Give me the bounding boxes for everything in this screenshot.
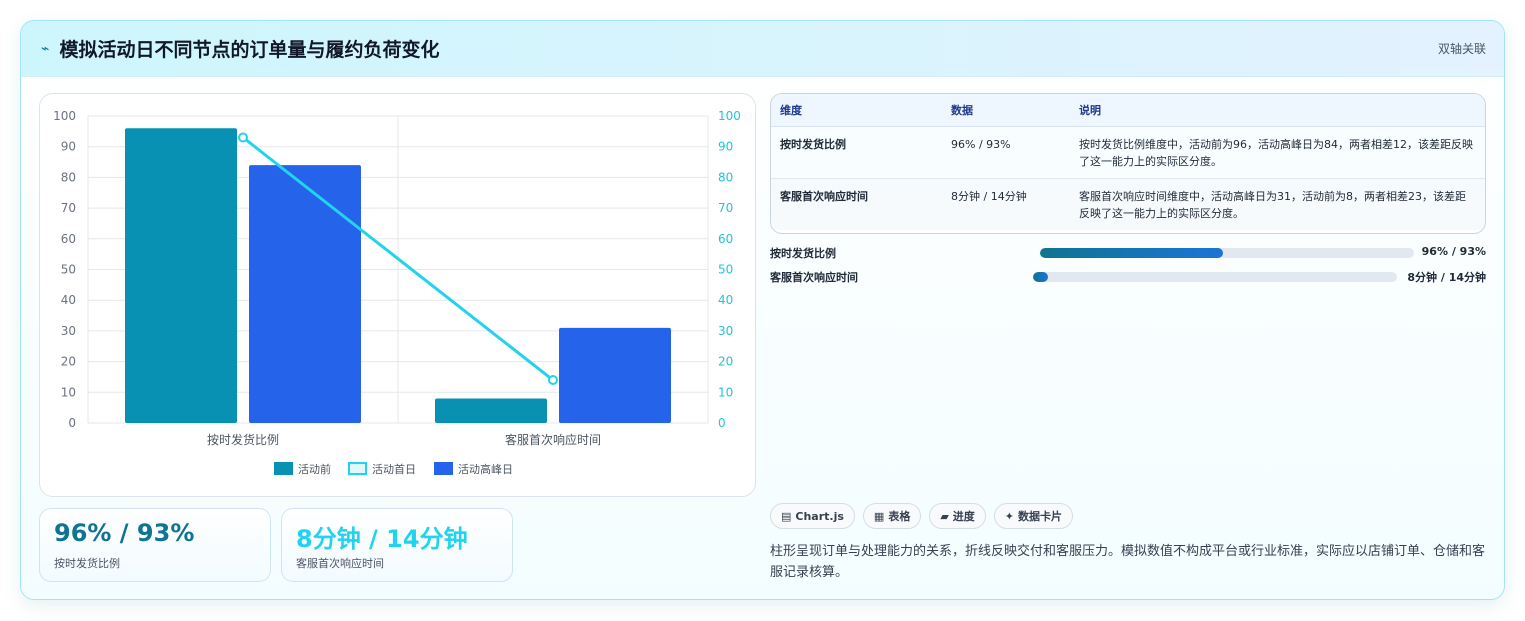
table-header-row: 维度 数据 说明 xyxy=(771,94,1485,127)
y2-tick-label: 50 xyxy=(718,263,733,277)
y-tick-label: 30 xyxy=(61,324,76,338)
legend-label: 活动高峰日 xyxy=(458,462,513,476)
data-table: 维度 数据 说明 按时发货比例 96% / 93% 按时发货比例维度中，活动前为… xyxy=(770,93,1486,234)
chip-table[interactable]: ▦ 表格 xyxy=(862,503,922,529)
legend-swatch xyxy=(348,462,367,475)
card-icon: ✦ xyxy=(1004,509,1015,523)
y2-tick-label: 10 xyxy=(718,385,733,399)
header-tag: 双轴关联 xyxy=(1437,42,1486,56)
chart-panel: 0 0 10 10 20 20 30 30 40 40 50 50 60 60 70 70 80 80 90 90 10… xyxy=(39,93,756,497)
legend-label: 活动首日 xyxy=(372,462,416,476)
legend-swatch xyxy=(274,462,293,475)
progress-icon: ▰ xyxy=(940,509,949,523)
y2-tick-label: 80 xyxy=(718,170,733,184)
stat-label: 按时发货比例 xyxy=(54,557,120,570)
stat-value: 96% / 93% xyxy=(54,519,195,547)
y2-tick-label: 90 xyxy=(718,140,733,154)
progress-label: 客服首次响应时间 xyxy=(770,271,858,284)
table-cell: 按时发货比例维度中，活动前为96，活动高峰日为84，两者相差12，该差距反映了这… xyxy=(1070,126,1485,179)
y-tick-label: 10 xyxy=(61,385,76,399)
chart-note: 柱形呈现订单与处理能力的关系，折线反映交付和客服压力。模拟数值不构成平台或行业标… xyxy=(770,544,1486,580)
progress-label: 按时发货比例 xyxy=(770,247,836,260)
chip-label: Chart.js xyxy=(795,509,844,523)
progress-fill xyxy=(1033,272,1048,282)
y-tick-label: 60 xyxy=(61,232,76,246)
table-cell: 96% / 93% xyxy=(942,126,1070,179)
table-cell: 客服首次响应时间 xyxy=(771,178,942,230)
y2-tick-label: 40 xyxy=(718,293,733,307)
y2-tick-label: 30 xyxy=(718,324,733,338)
dual-axis-chart: 0 0 10 10 20 20 30 30 40 40 50 50 60 60 70 70 80 80 90 90 10… xyxy=(53,109,741,476)
page-title: 模拟活动日不同节点的订单量与履约负荷变化 xyxy=(59,39,440,61)
main-card: ⌁ 模拟活动日不同节点的订单量与履约负荷变化 双轴关联 0 0 10 10 20 20 30… xyxy=(20,20,1505,600)
y-tick-label: 80 xyxy=(61,170,76,184)
y2-tick-label: 0 xyxy=(718,416,726,430)
table-icon: ▦ xyxy=(873,509,885,523)
progress-value: 8分钟 / 14分钟 xyxy=(1407,271,1486,284)
progress-track xyxy=(1040,248,1414,258)
bar xyxy=(559,327,671,423)
bar xyxy=(249,165,361,423)
chart-icon: ▤ xyxy=(781,509,792,523)
y-tick-label: 90 xyxy=(61,140,76,154)
x-tick-label: 客服首次响应时间 xyxy=(505,432,601,447)
legend-swatch xyxy=(434,462,453,475)
table-header: 数据 xyxy=(942,94,1070,127)
table-cell: 客服首次响应时间维度中，活动高峰日为31，活动前为8，两者相差23，该差距反映了… xyxy=(1070,178,1485,230)
progress-row-response: 客服首次响应时间 8分钟 / 14分钟 xyxy=(770,268,1486,284)
legend-label: 活动前 xyxy=(298,462,331,476)
y-tick-label: 0 xyxy=(68,416,76,430)
progress-track xyxy=(1033,272,1397,282)
progress-fill xyxy=(1040,248,1224,258)
table-header: 说明 xyxy=(1070,94,1485,127)
chip-label: 表格 xyxy=(888,510,911,523)
table-cell: 按时发货比例 xyxy=(771,126,942,179)
stat-card-response: 8分钟 / 14分钟 客服首次响应时间 xyxy=(281,508,513,582)
bar xyxy=(125,128,237,423)
y2-tick-label: 60 xyxy=(718,232,733,246)
table-row: 客服首次响应时间 8分钟 / 14分钟 客服首次响应时间维度中，活动高峰日为31… xyxy=(771,178,1485,230)
progress-row-shipping: 按时发货比例 96% / 93% xyxy=(770,244,1486,260)
x-tick-label: 按时发货比例 xyxy=(207,432,279,447)
progress-value: 96% / 93% xyxy=(1421,245,1486,258)
chip-chartjs[interactable]: ▤ Chart.js xyxy=(770,503,855,529)
stat-card-shipping: 96% / 93% 按时发货比例 xyxy=(39,508,271,582)
y2-tick-label: 70 xyxy=(718,201,733,215)
table-header: 维度 xyxy=(771,94,942,127)
y2-tick-label: 20 xyxy=(718,355,733,369)
y-tick-label: 40 xyxy=(61,293,76,307)
chip-label: 数据卡片 xyxy=(1018,510,1063,523)
line-point xyxy=(238,132,248,143)
y-tick-label: 70 xyxy=(61,201,76,215)
y2-tick-label: 100 xyxy=(718,109,741,123)
y-tick-label: 100 xyxy=(53,109,76,123)
card-header: ⌁ 模拟活动日不同节点的订单量与履约负荷变化 双轴关联 xyxy=(21,21,1504,77)
table-row: 按时发货比例 96% / 93% 按时发货比例维度中，活动前为96，活动高峰日为… xyxy=(771,126,1485,179)
chip-progress[interactable]: ▰ 进度 xyxy=(929,503,986,529)
bar xyxy=(435,398,547,423)
table-cell: 8分钟 / 14分钟 xyxy=(942,178,1070,230)
y-tick-label: 50 xyxy=(61,263,76,277)
chip-data-card[interactable]: ✦ 数据卡片 xyxy=(993,503,1074,529)
pulse-icon: ⌁ xyxy=(41,40,50,57)
stat-value: 8分钟 / 14分钟 xyxy=(296,525,468,553)
chip-label: 进度 xyxy=(952,510,975,523)
y-tick-label: 20 xyxy=(61,355,76,369)
stat-label: 客服首次响应时间 xyxy=(296,557,384,570)
tech-chips: ▤ Chart.js ▦ 表格 ▰ 进度 ✦ 数据卡片 xyxy=(770,503,1074,529)
line-point xyxy=(548,375,558,386)
